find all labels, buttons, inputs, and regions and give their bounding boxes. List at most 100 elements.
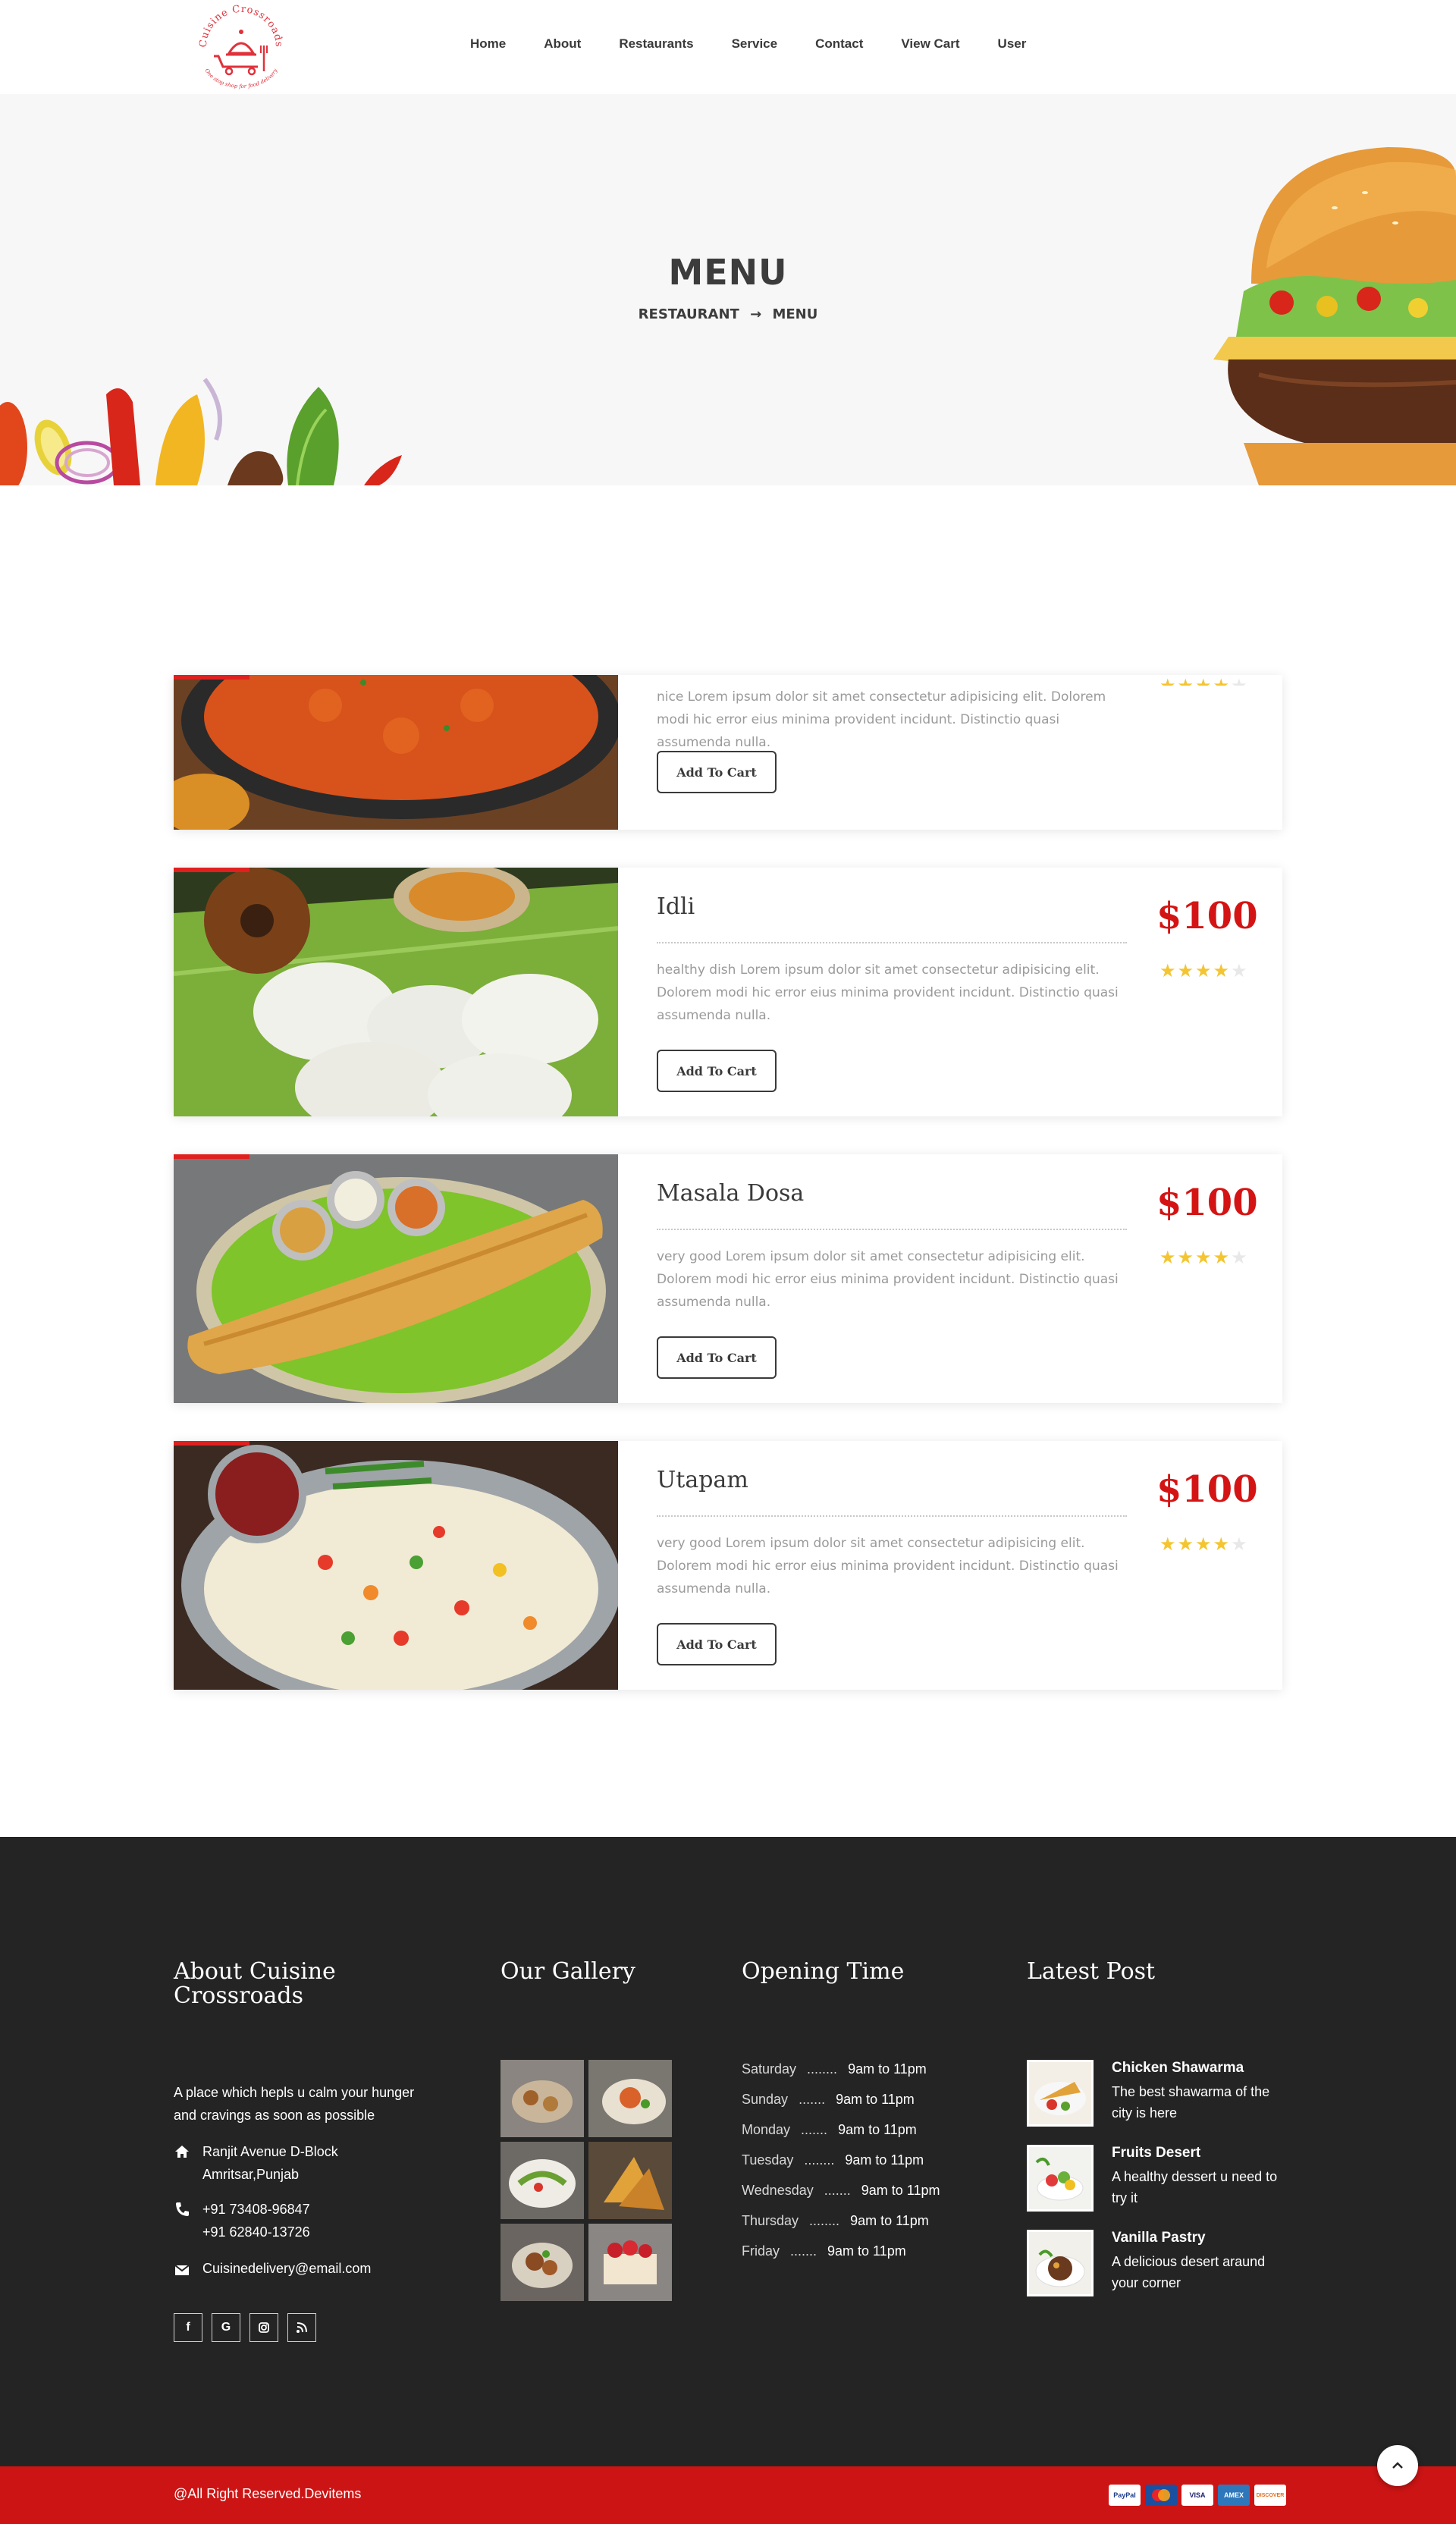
post-item[interactable]: Chicken Shawarma The best shawarma of th…	[1027, 2060, 1300, 2128]
item-name: Masala Dosa	[657, 1180, 805, 1207]
post-title: Fruits Desert	[1112, 2145, 1201, 2161]
nav-view-cart[interactable]: View Cart	[901, 36, 959, 52]
star-icon: ★	[1177, 1248, 1196, 1268]
vegetables-image	[0, 378, 402, 485]
nav-restaurants[interactable]: Restaurants	[619, 36, 693, 52]
facebook-icon[interactable]: f	[174, 2313, 202, 2342]
scroll-to-top-button[interactable]	[1377, 2445, 1418, 2486]
divider	[657, 942, 1127, 943]
latest-post-title: Latest Post	[1027, 1958, 1156, 1985]
gallery-image[interactable]	[588, 2060, 672, 2137]
post-item[interactable]: Vanilla Pastry A delicious desert araund…	[1027, 2230, 1300, 2298]
nav-user[interactable]: User	[998, 36, 1027, 52]
star-icon: ★	[1213, 961, 1232, 981]
svg-text:Cuisine Crossroads: Cuisine Crossroads	[198, 4, 284, 48]
phone-icon	[176, 2202, 189, 2216]
breadcrumb-restaurant[interactable]: RESTAURANT	[639, 306, 739, 322]
menu-item-card: Utapam very good Lorem ipsum dolor sit a…	[174, 1441, 1282, 1690]
phone-1[interactable]: +91 73408-96847	[202, 2198, 310, 2221]
day: Wednesday	[742, 2183, 814, 2198]
address-line-1: Ranjit Avenue D-Block	[202, 2144, 338, 2159]
star-icon: ★	[1177, 1534, 1196, 1555]
post-item[interactable]: Fruits Desert A healthy dessert u need t…	[1027, 2145, 1300, 2213]
address-line-2: Amritsar,Punjab	[202, 2167, 300, 2182]
post-desc: A delicious desert araund your corner	[1112, 2254, 1266, 2290]
about-title: About Cuisine Crossroads	[174, 1958, 336, 2009]
post-thumbnail	[1027, 2060, 1094, 2127]
item-price: $100	[1156, 895, 1258, 937]
menu-item-card: Idli healthy dish Lorem ipsum dolor sit …	[174, 868, 1282, 1116]
card-accent	[174, 675, 249, 680]
add-to-cart-button[interactable]: Add To Cart	[657, 751, 777, 793]
item-price: $100	[1156, 1182, 1258, 1224]
divider	[657, 1229, 1127, 1230]
instagram-icon[interactable]	[249, 2313, 278, 2342]
star-icon: ★	[1159, 1534, 1178, 1555]
hours: 9am to 11pm	[848, 2061, 927, 2077]
add-to-cart-button[interactable]: Add To Cart	[657, 1050, 777, 1092]
item-price: $100	[1156, 1468, 1258, 1511]
nav-service[interactable]: Service	[732, 36, 778, 52]
add-to-cart-button[interactable]: Add To Cart	[657, 1623, 777, 1665]
logo[interactable]: Cuisine Crossroads One stop shop for foo…	[188, 0, 294, 89]
opening-row: Thursday........ 9am to 11pm	[742, 2213, 929, 2228]
nav-about[interactable]: About	[544, 36, 581, 52]
opening-row: Sunday....... 9am to 11pm	[742, 2092, 915, 2107]
food-image	[174, 868, 618, 1116]
food-image	[174, 1441, 618, 1690]
hours: 9am to 11pm	[845, 2152, 924, 2168]
gallery-grid	[500, 2060, 672, 2301]
gallery-image[interactable]	[500, 2142, 584, 2219]
rss-icon[interactable]	[287, 2313, 316, 2342]
arrow-right-icon: →	[750, 306, 762, 322]
day: Monday	[742, 2122, 791, 2137]
hours: 9am to 11pm	[861, 2183, 940, 2198]
post-thumbnail	[1027, 2145, 1094, 2212]
post-thumbnail	[1027, 2230, 1094, 2296]
add-to-cart-button[interactable]: Add To Cart	[657, 1336, 777, 1379]
gallery-image[interactable]	[588, 2224, 672, 2301]
discover-icon: DISCOVER	[1254, 2485, 1286, 2506]
menu-item-card: nice Lorem ipsum dolor sit amet consecte…	[174, 675, 1282, 830]
gallery-image[interactable]	[500, 2060, 584, 2137]
opening-row: Monday....... 9am to 11pm	[742, 2122, 917, 2137]
mastercard-icon	[1145, 2485, 1177, 2506]
star-icon: ★	[1231, 1534, 1249, 1555]
hero-banner: MENU RESTAURANT → MENU	[0, 94, 1456, 485]
star-icon: ★	[1159, 1248, 1178, 1268]
star-icon: ★	[1195, 1534, 1213, 1555]
opening-row: Tuesday........ 9am to 11pm	[742, 2152, 924, 2168]
svg-text:One stop shop for food deliver: One stop shop for food delivery	[203, 67, 279, 89]
star-icon: ★	[1231, 676, 1249, 686]
rating-stars: ★★★★★	[1159, 960, 1249, 982]
star-icon: ★	[1159, 676, 1178, 686]
star-icon: ★	[1195, 676, 1213, 686]
card-accent	[174, 1441, 249, 1446]
paypal-icon: PayPal	[1109, 2485, 1141, 2506]
nav-home[interactable]: Home	[470, 36, 506, 52]
hours: 9am to 11pm	[850, 2213, 929, 2228]
gallery-image[interactable]	[500, 2224, 584, 2301]
item-description: nice Lorem ipsum dolor sit amet consecte…	[657, 689, 1106, 750]
gallery-image[interactable]	[588, 2142, 672, 2219]
post-title: Vanilla Pastry	[1112, 2230, 1206, 2246]
site-footer: About Cuisine Crossroads A place which h…	[0, 1837, 1456, 2466]
mail-icon	[174, 2265, 190, 2275]
post-title: Chicken Shawarma	[1112, 2060, 1244, 2076]
star-icon: ★	[1195, 961, 1213, 981]
email[interactable]: Cuisinedelivery@email.com	[202, 2257, 371, 2280]
google-icon[interactable]: G	[212, 2313, 240, 2342]
item-name: Idli	[657, 893, 695, 920]
card-accent	[174, 868, 249, 872]
day: Tuesday	[742, 2152, 794, 2168]
phone-2[interactable]: +91 62840-13726	[202, 2221, 310, 2243]
opening-time-title: Opening Time	[742, 1958, 905, 1985]
post-desc: The best shawarma of the city is here	[1112, 2084, 1270, 2121]
chevron-up-icon	[1392, 2462, 1403, 2469]
day: Saturday	[742, 2061, 797, 2077]
opening-row: Friday....... 9am to 11pm	[742, 2243, 906, 2259]
gallery-title: Our Gallery	[500, 1958, 635, 1985]
nav-contact[interactable]: Contact	[815, 36, 863, 52]
copyright-bar: @All Right Reserved.Devitems PayPal VISA…	[0, 2466, 1456, 2524]
hours: 9am to 11pm	[836, 2092, 915, 2107]
